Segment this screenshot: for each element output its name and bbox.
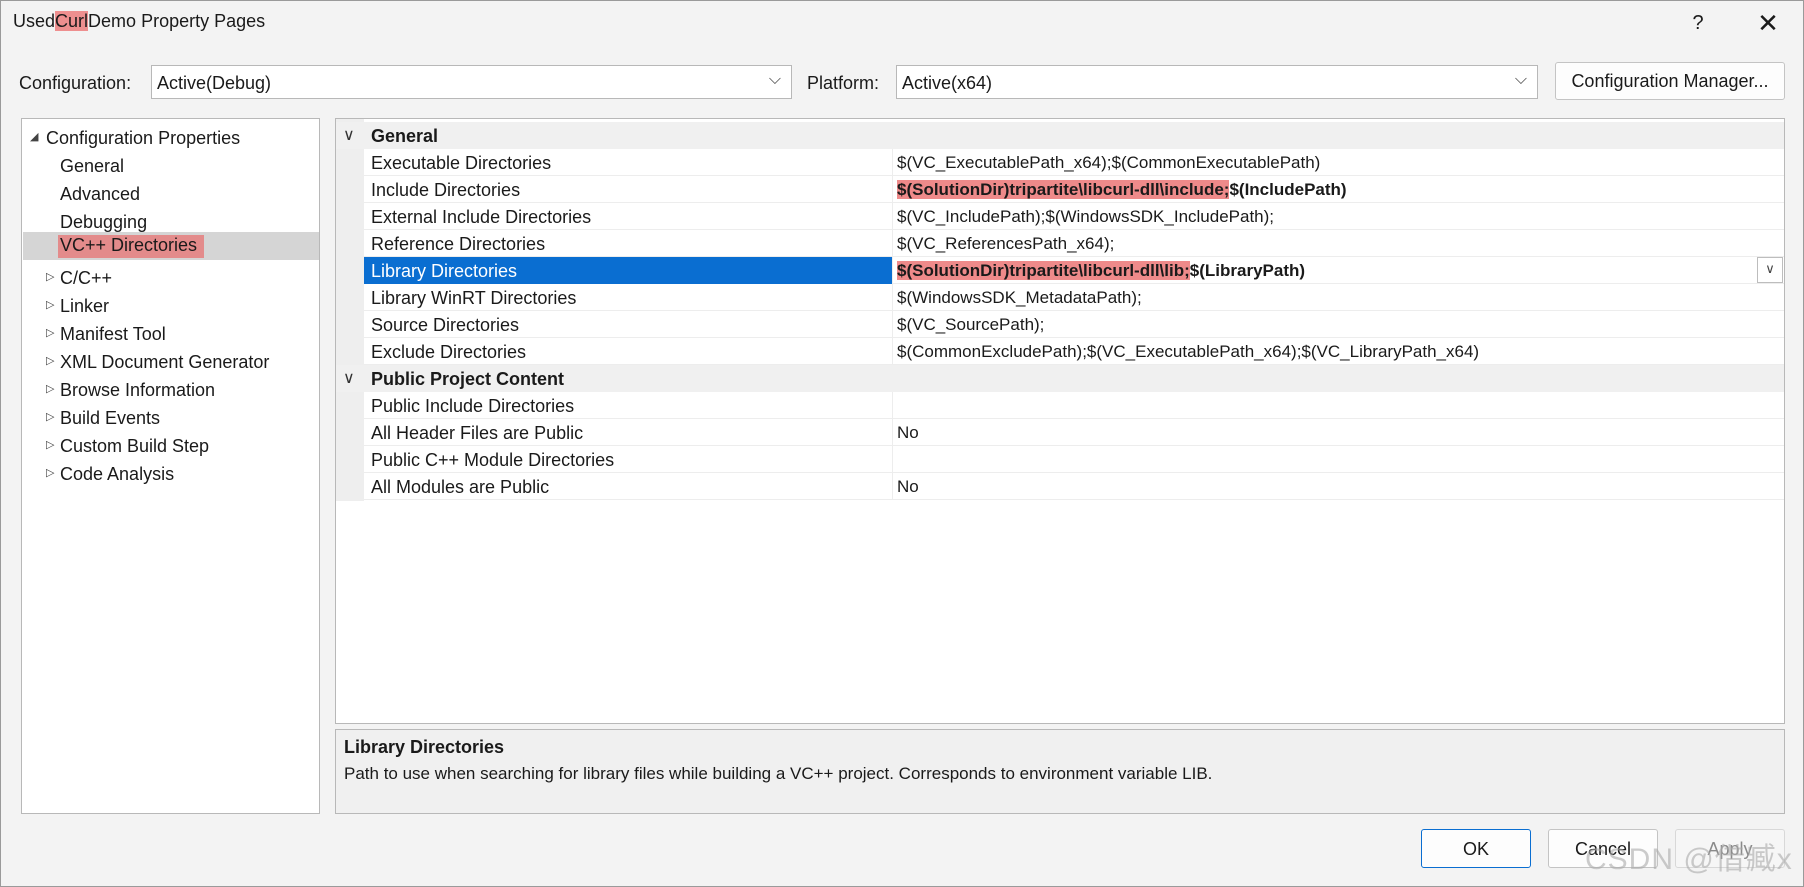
tree-item-vc-directories[interactable]: VC++ Directories [54,234,254,262]
property-row-source-directories[interactable]: Source Directories $(VC_SourcePath); [364,311,1784,338]
caret-collapsed-icon: ▷ [46,383,55,395]
property-value[interactable]: $(SolutionDir)tripartite\libcurl-dll\lib… [892,257,1784,284]
configuration-manager-button[interactable]: Configuration Manager... [1555,62,1785,100]
category-label: Public Project Content [371,369,565,389]
caret-collapsed-icon: ▷ [46,299,55,311]
caret-collapsed-icon: ▷ [46,327,55,339]
category-public-project-content[interactable]: ∨ Public Project Content [336,365,1784,392]
property-row-exclude-directories[interactable]: Exclude Directories $(CommonExcludePath)… [364,338,1784,365]
title-bar: UsedCurlDemo Property Pages ? ✕ [1,1,1803,45]
help-button[interactable]: ? [1669,1,1727,45]
property-value[interactable]: No [892,419,1784,446]
tree-item-label: Manifest Tool [60,324,166,344]
property-name: Reference Directories [371,234,546,254]
tree-item-label: Advanced [60,184,141,204]
property-name: Exclude Directories [371,342,527,362]
property-value[interactable]: $(VC_IncludePath);$(WindowsSDK_IncludePa… [892,203,1784,230]
category-general[interactable]: ∨ General [336,122,1784,149]
property-pages-dialog: UsedCurlDemo Property Pages ? ✕ Configur… [0,0,1804,887]
configuration-dropdown[interactable]: Active(Debug) ⌵ [151,65,792,99]
property-value[interactable]: $(SolutionDir)tripartite\libcurl-dll\inc… [892,176,1784,203]
configuration-row: Configuration: Active(Debug) ⌵ Platform:… [1,65,1803,101]
property-row-public-cpp-module-directories[interactable]: Public C++ Module Directories [364,446,1784,473]
description-text: Path to use when searching for library f… [344,764,1213,783]
property-name: All Modules are Public [371,477,550,497]
chevron-down-icon[interactable]: ∨ [1757,257,1783,283]
property-name: External Include Directories [371,207,592,227]
tree-item-label: Code Analysis [60,464,175,484]
platform-dropdown[interactable]: Active(x64) ⌵ [896,65,1538,99]
title-highlight: Curl [55,11,89,31]
description-title: Library Directories [344,737,505,757]
caret-collapsed-icon: ▷ [46,439,55,451]
property-value[interactable]: $(CommonExcludePath);$(VC_ExecutablePath… [892,338,1784,365]
chevron-down-icon: ⌵ [1514,71,1527,88]
tree-item-label: XML Document Generator [60,352,270,372]
property-value[interactable]: $(WindowsSDK_MetadataPath); [892,284,1784,311]
description-panel: Library Directories Path to use when sea… [335,729,1785,814]
property-name: Public C++ Module Directories [371,450,615,470]
platform-value: Active(x64) [902,73,993,93]
tree-item-label: General [60,156,125,176]
tree-item-label: Linker [60,296,110,316]
tree-item-label: Browse Information [60,380,216,400]
tree-item-label: VC++ Directories [58,235,205,258]
property-value[interactable]: $(VC_ReferencesPath_x64); [892,230,1784,257]
configuration-value: Active(Debug) [157,73,272,93]
category-label: General [371,126,439,146]
chevron-down-icon: ∨ [343,370,355,387]
tree-item-label: Debugging [60,212,148,232]
chevron-down-icon: ∨ [343,127,355,144]
property-name: Public Include Directories [371,396,575,416]
tree-item-label: Build Events [60,408,161,428]
grid-gutter [336,119,364,501]
chevron-down-icon: ⌵ [768,71,781,88]
platform-label: Platform: [807,73,880,93]
property-row-all-modules-public[interactable]: All Modules are Public No [364,473,1784,500]
watermark: CSDN @借臧x [1585,843,1793,876]
property-row-include-directories[interactable]: Include Directories $(SolutionDir)tripar… [364,176,1784,203]
caret-collapsed-icon: ▷ [46,467,55,479]
property-row-external-include-directories[interactable]: External Include Directories $(VC_Includ… [364,203,1784,230]
close-button[interactable]: ✕ [1739,1,1797,45]
property-name: Library WinRT Directories [371,288,577,308]
value-rest: $(LibraryPath) [1189,261,1306,280]
tree-item-label: Configuration Properties [46,128,241,148]
caret-collapsed-icon: ▷ [46,271,55,283]
caret-collapsed-icon: ▷ [46,411,55,423]
tree-item-label: C/C++ [60,268,113,288]
property-value[interactable] [892,446,1784,473]
ok-button[interactable]: OK [1421,829,1531,868]
property-name: Include Directories [371,180,521,200]
property-row-library-winrt-directories[interactable]: Library WinRT Directories $(WindowsSDK_M… [364,284,1784,311]
property-row-library-directories[interactable]: Library Directories $(SolutionDir)tripar… [364,257,1784,284]
property-row-public-include-directories[interactable]: Public Include Directories [364,392,1784,419]
window-title: UsedCurlDemo Property Pages [13,11,265,32]
property-tree: ◢ Configuration Properties General Advan… [21,118,320,814]
caret-expanded-icon: ◢ [30,131,39,143]
value-rest: $(IncludePath) [1229,180,1347,199]
property-grid: ∨ General Executable Directories $(VC_Ex… [335,118,1785,724]
property-row-reference-directories[interactable]: Reference Directories $(VC_ReferencesPat… [364,230,1784,257]
title-prefix: Used [13,11,56,31]
caret-collapsed-icon: ▷ [46,355,55,367]
property-value[interactable] [892,392,1784,419]
title-suffix: Demo Property Pages [88,11,266,31]
value-highlight: $(SolutionDir)tripartite\libcurl-dll\lib… [897,261,1190,280]
property-name: Executable Directories [371,153,552,173]
configuration-label: Configuration: [19,73,132,93]
property-row-executable-directories[interactable]: Executable Directories $(VC_ExecutablePa… [364,149,1784,176]
property-row-all-header-files-public[interactable]: All Header Files are Public No [364,419,1784,446]
property-value[interactable]: $(VC_SourcePath); [892,311,1784,338]
property-value[interactable]: $(VC_ExecutablePath_x64);$(CommonExecuta… [892,149,1784,176]
property-value[interactable]: No [892,473,1784,500]
tree-item-label: Custom Build Step [60,436,210,456]
property-name: Source Directories [371,315,520,335]
value-highlight: $(SolutionDir)tripartite\libcurl-dll\inc… [897,180,1230,199]
property-name: All Header Files are Public [371,423,584,443]
property-name: Library Directories [371,261,518,281]
